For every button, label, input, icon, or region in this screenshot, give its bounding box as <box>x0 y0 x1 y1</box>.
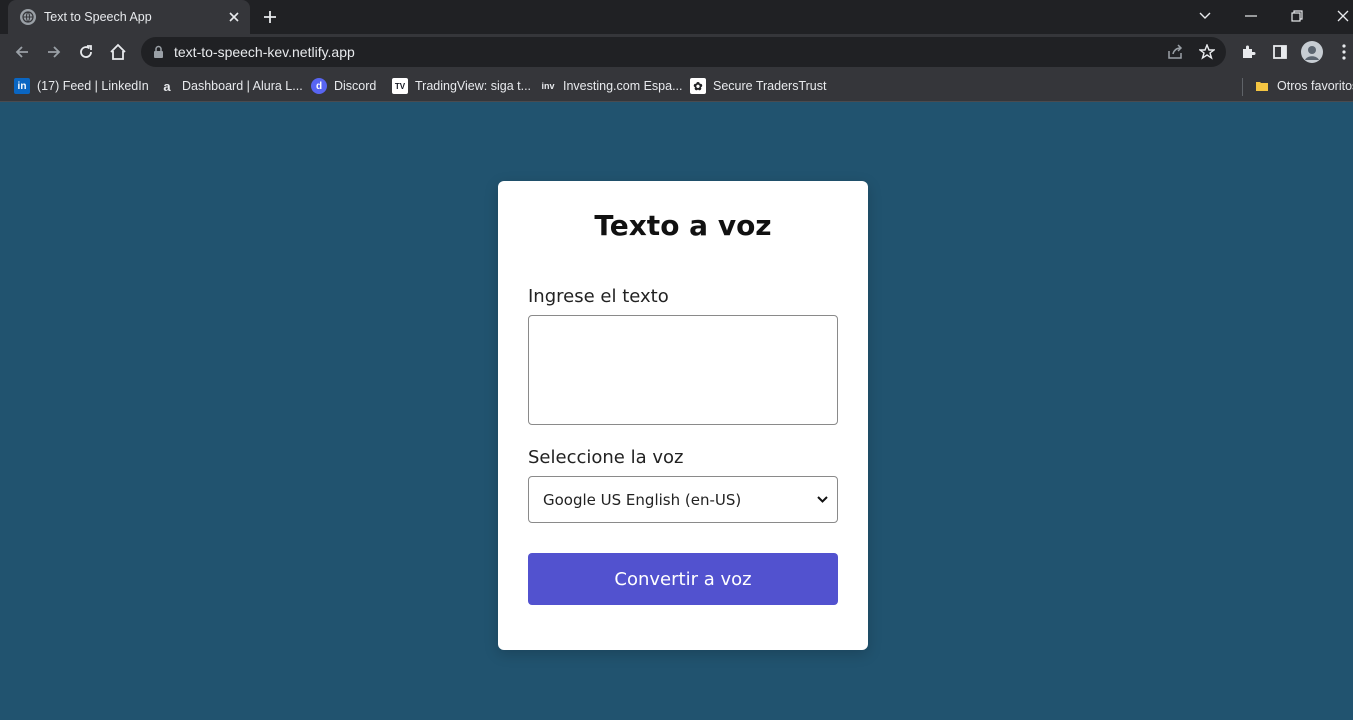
share-icon[interactable] <box>1167 44 1183 65</box>
page-title: Texto a voz <box>594 209 772 242</box>
bookmark-label: Investing.com Espa... <box>563 79 683 93</box>
voice-label: Seleccione la voz <box>528 447 684 468</box>
tab-title: Text to Speech App <box>44 10 152 24</box>
voice-select[interactable]: Google US English (en-US) <box>528 476 838 523</box>
voice-selected-value: Google US English (en-US) <box>543 490 742 509</box>
bookmark-label: Discord <box>334 79 377 93</box>
new-tab-icon[interactable] <box>259 6 281 28</box>
bookmarks-separator <box>1242 78 1243 96</box>
profile-avatar-icon[interactable] <box>1300 40 1324 64</box>
bookmark-label: Secure TradersTrust <box>713 79 827 93</box>
address-bar[interactable]: text-to-speech-kev.netlify.app <box>141 37 1226 67</box>
bookmark-other-folder[interactable]: Otros favoritos <box>1254 76 1353 96</box>
traderstrust-icon: ✿ <box>690 78 706 94</box>
tts-card: Texto a voz Ingrese el texto Seleccione … <box>498 181 868 650</box>
browser-tab-bar: Text to Speech App <box>0 0 1353 34</box>
bookmark-alura[interactable]: a Dashboard | Alura L... <box>159 76 303 96</box>
text-input[interactable] <box>528 315 838 425</box>
bookmark-tradingview[interactable]: TV TradingView: siga t... <box>392 76 531 96</box>
bookmark-label: TradingView: siga t... <box>415 79 532 93</box>
alura-icon: a <box>163 78 171 94</box>
home-icon[interactable] <box>106 40 130 64</box>
bookmark-linkedin[interactable]: in (17) Feed | LinkedIn <box>14 76 149 96</box>
discord-icon: d <box>311 78 327 94</box>
url-text: text-to-speech-kev.netlify.app <box>174 44 355 60</box>
folder-icon <box>1254 78 1270 94</box>
tab-search-icon[interactable] <box>1192 4 1218 28</box>
investing-icon: inv <box>541 81 555 91</box>
bookmarks-bar: in (17) Feed | LinkedIn a Dashboard | Al… <box>0 70 1353 102</box>
bookmark-discord[interactable]: d Discord <box>311 76 376 96</box>
menu-dots-icon[interactable] <box>1332 40 1353 64</box>
linkedin-icon: in <box>14 78 30 94</box>
forward-icon[interactable] <box>42 40 66 64</box>
browser-toolbar: text-to-speech-kev.netlify.app <box>0 34 1353 70</box>
bookmark-investing[interactable]: inv Investing.com Espa... <box>540 76 683 96</box>
reload-icon[interactable] <box>74 40 98 64</box>
tradingview-icon: TV <box>392 78 408 94</box>
convert-button[interactable]: Convertir a voz <box>528 553 838 605</box>
restore-icon[interactable] <box>1284 4 1310 28</box>
bookmark-traderstrust[interactable]: ✿ Secure TradersTrust <box>690 76 826 96</box>
lock-icon[interactable] <box>153 45 164 64</box>
minimize-icon[interactable] <box>1238 4 1264 28</box>
star-icon[interactable] <box>1197 43 1217 65</box>
chevron-down-icon <box>807 496 837 503</box>
bookmark-label: Otros favoritos <box>1277 79 1353 93</box>
bookmark-label: (17) Feed | LinkedIn <box>37 79 149 93</box>
bookmark-label: Dashboard | Alura L... <box>182 79 303 93</box>
browser-tab[interactable]: Text to Speech App <box>8 0 250 34</box>
globe-icon <box>20 9 36 25</box>
back-icon[interactable] <box>10 40 34 64</box>
side-panel-icon[interactable] <box>1268 40 1292 64</box>
close-tab-icon[interactable] <box>224 7 244 27</box>
extensions-icon[interactable] <box>1236 40 1260 64</box>
close-window-icon[interactable] <box>1330 4 1353 28</box>
text-label: Ingrese el texto <box>528 286 669 307</box>
